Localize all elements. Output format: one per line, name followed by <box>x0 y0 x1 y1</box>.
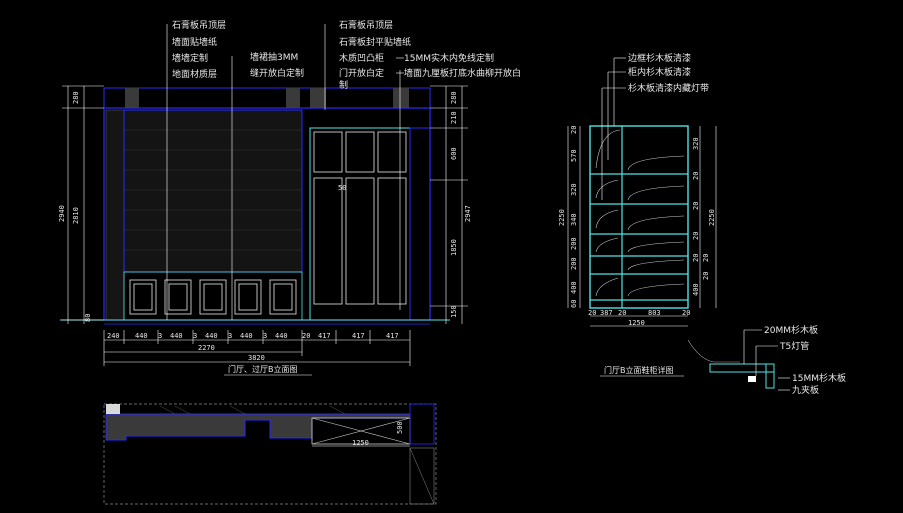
cab-r-1: 20 <box>692 172 700 180</box>
dim-right-150: 150 <box>450 305 458 318</box>
dim-right-600: 600 <box>450 147 458 160</box>
cab-r-0: 320 <box>692 137 700 150</box>
dim-b-7: 440 <box>240 332 253 340</box>
cabinet-dim-labels: 20 570 320 340 200 200 400 60 2250 320 2… <box>558 126 716 327</box>
section-detail <box>687 329 790 391</box>
dim-left-2810: 2810 <box>72 207 80 224</box>
plan-view: 1250 500 <box>103 403 437 505</box>
dim-b-8: 3 <box>263 332 267 340</box>
cab-b-0: 20 <box>588 309 596 317</box>
note-left-2: 墙面贴墙纸 <box>172 36 217 48</box>
dim-b-3: 440 <box>170 332 183 340</box>
dim-right-280: 280 <box>450 91 458 104</box>
center-mark: 50 <box>338 184 346 192</box>
cab-r-5: 2250 <box>708 209 716 226</box>
dim-right-2947: 2947 <box>464 205 472 222</box>
dim-right-210: 210 <box>450 111 458 124</box>
cab-note-1: 边框杉木板清漆 <box>628 52 691 64</box>
note-left-3: 墙墙定制 <box>172 52 208 64</box>
cab-b-1: 387 <box>600 309 613 317</box>
cab-r-4: 20 <box>692 254 700 262</box>
detail-label-1: 20MM杉木板 <box>764 324 818 336</box>
bottom-dim-labels: 240 440 3 440 3 440 3 440 3 440 20 417 4… <box>107 332 399 362</box>
cab-total-1250: 1250 <box>628 319 645 327</box>
cab-b-3: 803 <box>648 309 661 317</box>
cab-l-4: 200 <box>570 237 578 250</box>
cab-r-3: 20 <box>692 232 700 240</box>
note-mid-2: 石膏板封平贴墙纸 <box>339 36 411 48</box>
title-cabinet: 门厅B立面鞋柜详图 <box>604 365 674 375</box>
plan-dim-1250: 1250 <box>352 439 369 447</box>
dim-b-4: 3 <box>193 332 197 340</box>
detail-label-4: 九夹板 <box>792 384 819 396</box>
detail-label-2: T5灯管 <box>779 340 809 352</box>
cab-l-3: 340 <box>570 213 578 226</box>
cab-l-2: 320 <box>570 183 578 196</box>
dim-left-280: 280 <box>72 91 80 104</box>
cab-l-5: 200 <box>570 257 578 270</box>
dim-b-10: 20 <box>302 332 310 340</box>
cab-note-2: 柜内杉木板清漆 <box>628 66 691 78</box>
dim-b-11: 417 <box>318 332 331 340</box>
note-left-4: 地面材质层 <box>172 68 217 80</box>
dim-b-2: 3 <box>158 332 162 340</box>
title-elevation: 门厅、过厅B立面图 <box>228 364 298 374</box>
cab-r-7: 20 <box>702 272 710 280</box>
dim-total-3820: 3820 <box>248 354 265 362</box>
wall-texture <box>105 109 125 321</box>
detail-label-3: 15MM杉木板 <box>792 372 846 384</box>
elevation-b: 50 <box>60 87 450 325</box>
plan-dim-500: 500 <box>396 421 404 434</box>
note-midright-2: 墙面九厘板打底水曲柳开放白 <box>404 67 521 79</box>
dim-b-1: 440 <box>135 332 148 340</box>
ceiling-block-left <box>125 88 139 108</box>
ceiling-block-mid <box>286 88 300 108</box>
note-mid-5: 制 <box>339 79 348 91</box>
dim-b-6: 3 <box>228 332 232 340</box>
note-mid-1: 石膏板吊顶层 <box>339 19 393 31</box>
note-midright-1: 15MM实木内免线定制 <box>404 52 494 64</box>
note-left-extra-2: 缝开放白定制 <box>250 67 304 79</box>
note-left-extra-1: 墙裙抽3MM <box>250 51 298 63</box>
cab-l-6: 400 <box>570 281 578 294</box>
cab-b-4: 20 <box>682 309 690 317</box>
cab-b-2: 20 <box>618 309 626 317</box>
dim-b-12: 417 <box>352 332 365 340</box>
note-left-1: 石膏板吊顶层 <box>172 19 226 31</box>
dim-left-2940: 2940 <box>58 205 66 222</box>
left-dimensions <box>62 85 104 324</box>
cab-l-1: 570 <box>570 149 578 162</box>
cab-note-3: 杉木板清漆内藏灯带 <box>628 82 709 94</box>
plan-marker <box>106 404 120 414</box>
dim-b-9: 440 <box>275 332 288 340</box>
ceiling-block-right <box>310 88 326 108</box>
cad-drawing: 50 石膏板吊顶层 墙面贴墙纸 墙墙定制 地面材质层 墙裙抽3MM 缝开放白定制… <box>58 19 846 505</box>
cab-l-7: 60 <box>570 300 578 308</box>
cab-l-0: 20 <box>570 126 578 134</box>
dim-b-13: 417 <box>386 332 399 340</box>
t5-tube <box>748 376 756 382</box>
cab-r-8: 400 <box>692 283 700 296</box>
cab-r-2: 20 <box>692 202 700 210</box>
dim-left-80: 80 <box>84 314 92 322</box>
wallpaper-panel <box>123 109 303 273</box>
dim-right-1850: 1850 <box>450 239 458 256</box>
dim-b-0: 240 <box>107 332 120 340</box>
dim-total-2270: 2270 <box>198 344 215 352</box>
note-mid-4: 门开放白定 <box>339 67 384 79</box>
cab-r-6: 20 <box>702 254 710 262</box>
right-dimensions <box>430 85 468 324</box>
cab-l-8: 2250 <box>558 209 566 226</box>
note-mid-3: 木质凹凸柜 <box>339 52 384 64</box>
dim-b-5: 440 <box>205 332 218 340</box>
